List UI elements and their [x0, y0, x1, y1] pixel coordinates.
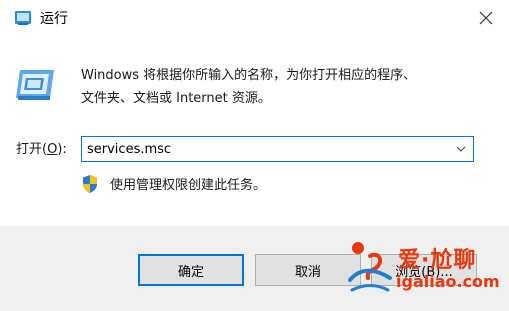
close-icon [479, 11, 493, 25]
ok-button[interactable]: 确定 [138, 254, 244, 286]
admin-note: 使用管理权限创建此任务。 [110, 178, 267, 193]
chevron-down-icon [456, 146, 466, 152]
browse-button[interactable]: 浏览(B)... [371, 254, 477, 286]
open-label-accesskey: O [47, 142, 58, 157]
uac-shield-icon [83, 175, 97, 193]
description-line-2: 文件夹、文档或 Internet 资源。 [81, 91, 271, 106]
open-combobox[interactable] [81, 136, 474, 162]
description: Windows 将根据你所输入的名称，为你打开相应的程序、 文件夹、文档或 In… [81, 64, 481, 110]
run-app-icon [15, 11, 31, 25]
title-bar: 运行 [0, 0, 509, 38]
open-input[interactable] [82, 137, 442, 161]
window-title: 运行 [40, 11, 68, 27]
dropdown-button[interactable] [449, 137, 473, 161]
close-button[interactable] [463, 0, 509, 36]
description-line-1: Windows 将根据你所输入的名称，为你打开相应的程序、 [81, 68, 417, 83]
open-label: 打开(O): [16, 142, 67, 157]
run-dialog-icon [16, 70, 54, 100]
cancel-button[interactable]: 取消 [255, 254, 361, 286]
